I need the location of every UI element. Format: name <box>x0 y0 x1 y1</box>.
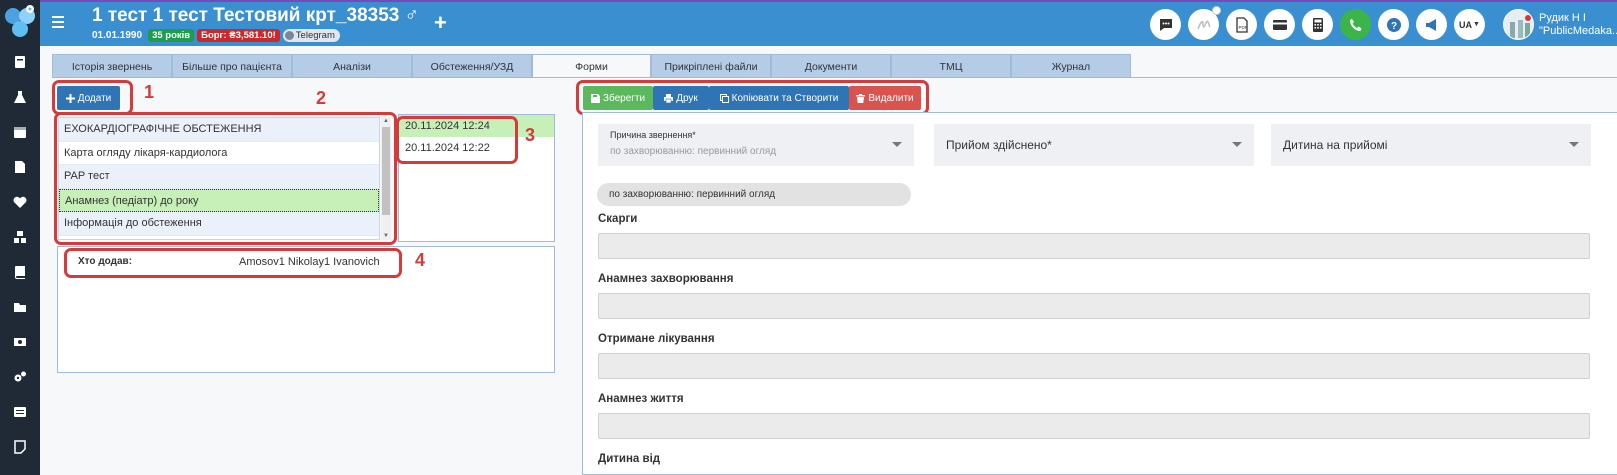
complaints-field[interactable] <box>598 233 1590 259</box>
tab-journal[interactable]: Журнал <box>1011 54 1131 78</box>
chevron-down-icon <box>1232 142 1242 147</box>
annotation-box-1 <box>52 80 133 115</box>
tab-documents[interactable]: Документи <box>771 54 891 78</box>
telegram-icon <box>284 31 294 40</box>
annotation-box-2 <box>54 112 397 245</box>
svg-text:?: ? <box>1391 21 1397 32</box>
telegram-label: Telegram <box>295 30 335 41</box>
phone-icon[interactable] <box>1340 9 1371 40</box>
life-anamnesis-field[interactable] <box>598 413 1590 439</box>
treatment-field[interactable] <box>598 353 1590 379</box>
help-icon[interactable]: ? <box>1378 9 1409 40</box>
disease-anamnesis-label: Анамнез захворювання <box>598 273 734 285</box>
child-at-reception-select[interactable]: Дитина на прийомі <box>1271 124 1591 166</box>
reception-done-select[interactable]: Прийом здійснено* <box>934 124 1254 166</box>
reason-chip[interactable]: по захворюванню: первинний огляд <box>597 183 911 206</box>
top-bar: 1 тест 1 тест Тестовий крт_38353 ♂ + 01.… <box>40 0 1617 46</box>
chat-icon[interactable] <box>1150 9 1181 40</box>
folder-icon[interactable] <box>10 298 30 316</box>
date-of-birth: 01.01.1990 <box>92 30 143 41</box>
treatment-label: Отримане лікування <box>598 333 715 345</box>
tab-divider <box>52 77 1617 78</box>
flask-icon[interactable] <box>10 88 30 106</box>
chevron-down-icon <box>892 142 902 147</box>
add-tab-button[interactable]: + <box>434 10 447 36</box>
tab-analyses[interactable]: Аналізи <box>292 54 412 78</box>
chevron-down-icon: ▼ <box>1473 21 1480 28</box>
heartbeat-icon[interactable] <box>10 193 30 211</box>
money-icon[interactable] <box>10 333 30 351</box>
app-logo[interactable] <box>2 4 38 42</box>
annotation-box-actions <box>576 80 929 115</box>
annotation-label-2: 2 <box>316 88 327 108</box>
annotation-label-1: 1 <box>144 82 155 102</box>
gears-icon[interactable] <box>10 368 30 386</box>
signature-icon[interactable] <box>1188 6 1221 40</box>
chevron-down-icon <box>1569 142 1579 147</box>
tab-more-about-patient[interactable]: Більше про пацієнта <box>172 54 292 78</box>
reason-label: Причина звернення* <box>610 130 696 140</box>
annotation-label-3: 3 <box>525 125 536 145</box>
language-label: UA <box>1459 19 1473 30</box>
user-info[interactable]: Рудик Н І "PublicMedaka... <box>1539 12 1617 38</box>
tab-examinations[interactable]: Обстеження/УЗД <box>412 54 532 78</box>
user-name: Рудик Н І <box>1539 12 1586 24</box>
age-badge: 35 років <box>148 29 195 42</box>
reason-value: по захворюванню: первинний огляд <box>610 146 777 157</box>
annotation-box-3 <box>396 116 518 164</box>
reason-select[interactable]: Причина звернення* по захворюванню: перв… <box>598 124 914 166</box>
journal-icon[interactable] <box>10 263 30 281</box>
calculator-icon[interactable] <box>1302 9 1333 40</box>
card-icon[interactable] <box>1264 9 1295 40</box>
note-icon[interactable] <box>10 438 30 456</box>
tab-inventory[interactable]: ТМЦ <box>891 54 1011 78</box>
telegram-badge[interactable]: Telegram <box>282 29 340 42</box>
sidebar <box>0 0 40 475</box>
life-anamnesis-label: Анамнез життя <box>598 393 684 405</box>
book-icon[interactable] <box>10 53 30 71</box>
calendar-icon[interactable] <box>10 123 30 141</box>
user-organization: "PublicMedaka... <box>1539 25 1617 37</box>
reception-done-label: Прийом здійснено* <box>946 138 1052 152</box>
menu-icon[interactable] <box>52 16 64 28</box>
pdf-icon[interactable]: PDF <box>1226 9 1257 40</box>
annotation-box-4 <box>64 248 402 278</box>
disease-anamnesis-field[interactable] <box>598 293 1590 319</box>
document-icon[interactable] <box>10 158 30 176</box>
tab-history[interactable]: Історія звернень <box>52 54 172 78</box>
child-from-label: Дитина від <box>598 453 661 465</box>
language-select[interactable]: UA ▼ <box>1454 9 1485 40</box>
tab-forms[interactable]: Форми <box>532 54 651 78</box>
debt-badge[interactable]: Борг: ₴3,581.10! <box>197 29 280 42</box>
complaints-label: Скарги <box>598 213 638 225</box>
tab-bar: Історія звернень Більше про пацієнта Ана… <box>52 54 1131 78</box>
avatar[interactable] <box>1503 9 1534 40</box>
annotation-label-4: 4 <box>415 250 426 270</box>
tab-attached-files[interactable]: Прикріплені файли <box>651 54 771 78</box>
list-icon[interactable] <box>10 403 30 421</box>
patient-title: 1 тест 1 тест Тестовий крт_38353 ♂ <box>92 5 419 26</box>
gender-icon: ♂ <box>404 5 419 26</box>
boxes-icon[interactable] <box>10 228 30 246</box>
svg-text:PDF: PDF <box>1238 25 1247 30</box>
megaphone-icon[interactable] <box>1416 9 1447 40</box>
child-at-reception-label: Дитина на прийомі <box>1283 138 1388 152</box>
